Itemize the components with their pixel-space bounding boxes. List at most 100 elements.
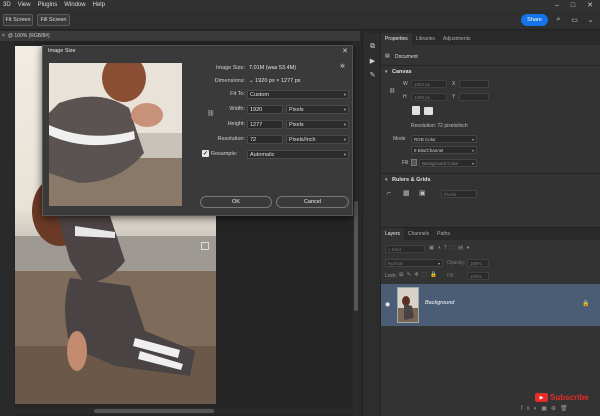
rulers-chevron-icon[interactable]: ▾: [385, 177, 388, 183]
history-icon[interactable]: ⧉: [366, 41, 379, 52]
menu-view[interactable]: View: [18, 2, 31, 8]
menu-window[interactable]: Window: [64, 2, 85, 8]
close-tab-icon[interactable]: ×: [2, 33, 5, 39]
workspace-icon[interactable]: ▭: [569, 14, 580, 26]
fill-screen-button[interactable]: Fill Screen: [37, 14, 70, 26]
play-icon[interactable]: ▶: [366, 55, 379, 66]
image-size-dialog: Image Size ✕ ✲ Image Size: 7.01M (was 53…: [42, 45, 353, 216]
chevron-down-icon: ▾: [343, 91, 346, 97]
chevron-down-icon[interactable]: ⌄: [585, 14, 596, 26]
minimize-icon[interactable]: –: [550, 0, 564, 10]
layer-name: Background: [425, 300, 455, 306]
youtube-play-icon: ▶: [535, 393, 548, 402]
constrain-proportions-icon[interactable]: ⛓: [207, 110, 215, 117]
chevron-down-icon: ▾: [343, 136, 346, 142]
layer-row-background[interactable]: ◉ Background 🔒: [381, 284, 600, 326]
canvas-height-field[interactable]: 1280 px: [411, 93, 447, 101]
vertical-scroll-thumb[interactable]: [354, 201, 358, 311]
resample-dropdown[interactable]: Automatic ▾: [247, 150, 349, 159]
cancel-button[interactable]: Cancel: [276, 196, 349, 208]
fill-swatch[interactable]: [411, 159, 417, 166]
grid-icon[interactable]: ▦: [403, 189, 410, 197]
horizontal-scroll-thumb[interactable]: [94, 409, 214, 413]
document-tab[interactable]: × @ 100% (RGB/8#): [0, 31, 360, 41]
ruler-units-dropdown[interactable]: Pixels: [441, 190, 477, 198]
subscribe-badge[interactable]: ▶ Subscribe: [535, 391, 591, 404]
opacity-field[interactable]: 100%: [467, 259, 489, 267]
landscape-orientation-icon[interactable]: [424, 107, 433, 115]
link-dimensions-icon[interactable]: ⛓: [389, 88, 395, 94]
mode-dropdown[interactable]: RGB Color ▾: [411, 135, 477, 143]
opacity-label: Opacity:: [447, 260, 466, 266]
menu-help[interactable]: Help: [93, 2, 105, 8]
document-tab-title: @ 100% (RGB/8#): [7, 33, 50, 39]
portrait-orientation-icon[interactable]: [412, 106, 420, 115]
brush-icon[interactable]: ✎: [366, 69, 379, 80]
dimensions-label: Dimensions:: [214, 78, 245, 84]
w-label: W: [403, 81, 408, 87]
chevron-down-icon: ▾: [471, 147, 474, 153]
search-icon: ⌕: [388, 246, 391, 252]
ruler-icon[interactable]: ⌐: [387, 190, 391, 197]
layer-kind-filter[interactable]: ⌕ Kind: [385, 245, 425, 253]
close-window-icon[interactable]: ✕: [583, 0, 597, 10]
share-button[interactable]: Share: [521, 14, 548, 26]
fit-to-dropdown[interactable]: Custom ▾: [247, 90, 349, 99]
tab-layers[interactable]: Layers: [381, 228, 405, 240]
horizontal-scrollbar[interactable]: [14, 408, 356, 414]
canvas-chevron-icon[interactable]: ▾: [385, 69, 388, 75]
close-icon[interactable]: ✕: [342, 47, 348, 55]
tab-libraries[interactable]: Libraries: [412, 33, 439, 45]
maximize-icon[interactable]: □: [566, 0, 580, 10]
kind-placeholder: Kind: [391, 246, 401, 252]
tab-channels[interactable]: Channels: [404, 228, 433, 240]
height-unit-value: Pixels: [289, 121, 304, 128]
dialog-title: Image Size: [48, 48, 76, 54]
fit-screen-button[interactable]: Fit Screen: [3, 14, 33, 26]
fill-value: Background Color: [422, 160, 459, 166]
fill-dropdown[interactable]: Background Color ▾: [419, 159, 477, 167]
blend-mode-value: Normal: [388, 260, 403, 266]
guides-icon[interactable]: ▣: [419, 189, 426, 197]
chevron-down-icon: ▾: [343, 121, 346, 127]
height-label: Height:: [227, 121, 245, 127]
fill-opacity-field[interactable]: 100%: [467, 272, 489, 280]
tab-paths[interactable]: Paths: [433, 228, 454, 240]
canvas-checkbox-square: [201, 242, 209, 250]
document-icon: ▤: [385, 53, 390, 59]
lock-icons[interactable]: ⊠✎✥⬚🔒: [399, 272, 440, 278]
tab-adjustments[interactable]: Adjustments: [439, 33, 475, 45]
width-label: Width:: [229, 106, 245, 112]
width-unit-dropdown[interactable]: Pixels ▾: [286, 105, 349, 114]
canvas-y-field[interactable]: [459, 93, 489, 101]
fit-to-value: Custom: [250, 91, 269, 98]
gear-icon[interactable]: ✲: [340, 63, 345, 70]
vertical-scrollbar[interactable]: [353, 41, 359, 416]
resample-checkbox[interactable]: ✓: [202, 150, 209, 157]
height-input[interactable]: 1277: [247, 120, 283, 129]
lock-icon: 🔒: [582, 301, 590, 307]
bits-dropdown[interactable]: 8 Bits/Channel ▾: [411, 146, 477, 154]
canvas-width-field[interactable]: 1920 px: [411, 80, 447, 88]
menu-plugins[interactable]: Plugins: [38, 2, 58, 8]
menu-3d[interactable]: 3D: [3, 2, 11, 8]
width-unit-value: Pixels: [289, 106, 304, 113]
resolution-readout: Resolution: 72 pixels/inch: [411, 123, 468, 129]
toolbar: [0, 41, 14, 416]
width-input[interactable]: 1920: [247, 105, 283, 114]
image-preview[interactable]: [49, 63, 182, 206]
divider: [381, 173, 600, 174]
canvas-x-field[interactable]: [459, 80, 489, 88]
ok-button[interactable]: OK: [200, 196, 272, 208]
search-icon[interactable]: ⌕: [553, 14, 564, 26]
chevron-down-icon[interactable]: ⌄: [249, 78, 254, 84]
tab-properties[interactable]: Properties: [381, 33, 412, 45]
blend-mode-dropdown[interactable]: Normal ▾: [385, 259, 443, 267]
resolution-unit-dropdown[interactable]: Pixels/Inch ▾: [286, 135, 349, 144]
layer-filter-icons[interactable]: ▣◑T⬚▤●: [429, 245, 473, 251]
y-label: Y: [452, 94, 456, 100]
layer-footer-icons[interactable]: fx◐▣⊕🗑: [521, 405, 572, 412]
resolution-input[interactable]: 72: [247, 135, 283, 144]
height-unit-dropdown[interactable]: Pixels ▾: [286, 120, 349, 129]
eye-icon[interactable]: ◉: [385, 301, 390, 308]
